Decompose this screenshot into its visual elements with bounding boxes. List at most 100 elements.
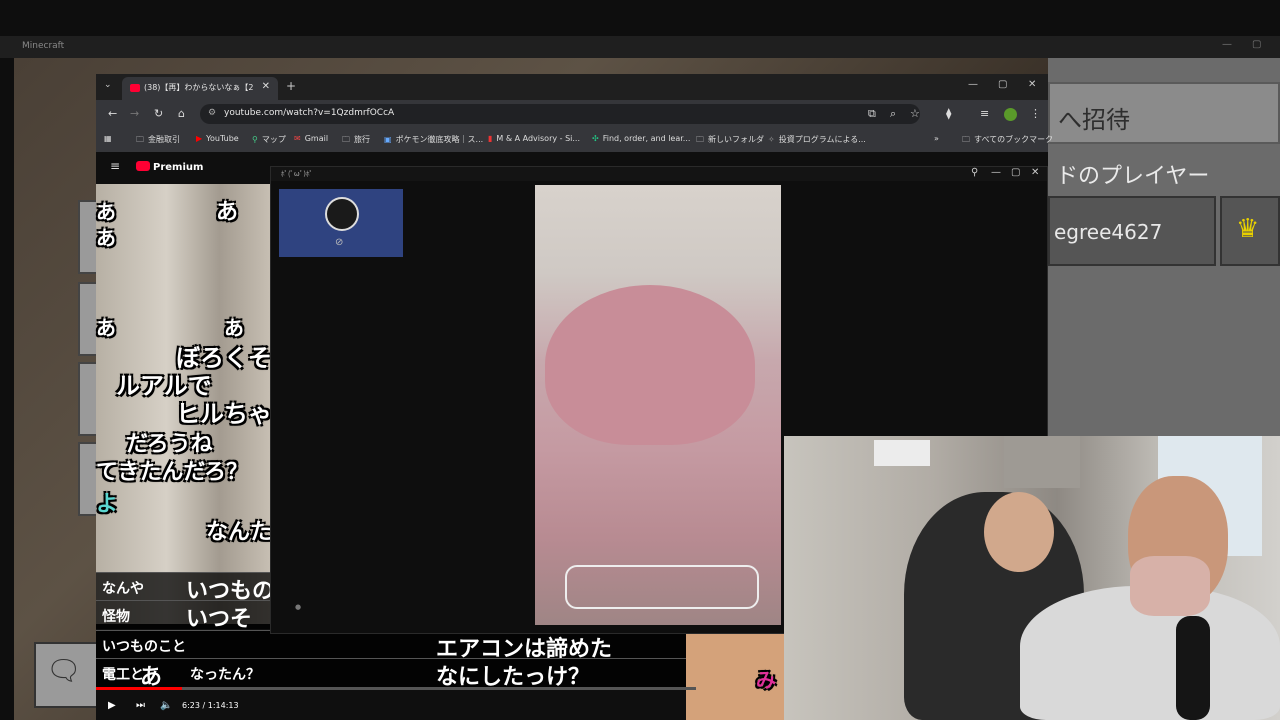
star-icon[interactable]: ☆ xyxy=(910,107,920,120)
chat-extra: なったん？ xyxy=(190,667,260,683)
reload-icon[interactable]: ↻ xyxy=(154,107,163,120)
active-tab[interactable]: (38)【再】わからないなぁ【2025/8/ ✕ xyxy=(122,77,278,100)
bookmark-item[interactable]: ⚲ マップ xyxy=(252,134,286,145)
site-info-icon[interactable]: ⚙ xyxy=(208,108,216,118)
minimize-icon[interactable]: — xyxy=(968,79,978,90)
youtube-logo-icon xyxy=(136,161,150,171)
address-bar[interactable]: ⚙ youtube.com/watch?v=1QzdmrfOCcA xyxy=(200,104,920,124)
url-text: youtube.com/watch?v=1QzdmrfOCcA xyxy=(224,108,395,118)
close-icon[interactable]: ✕ xyxy=(1028,79,1036,90)
home-icon[interactable]: ⌂ xyxy=(178,107,185,120)
face-camera-video xyxy=(535,185,781,625)
bookmark-item[interactable]: ▣ ポケモン徹底攻略｜ス... xyxy=(384,134,483,145)
maximize-icon[interactable]: ▢ xyxy=(1252,39,1261,50)
chat-name: 怪物 xyxy=(102,609,130,625)
obs-title: ﾎﾟ(ﾟωﾟ)ﾎﾟ xyxy=(281,170,313,178)
apps-icon[interactable]: ▦ xyxy=(104,134,112,143)
camera-off-icon: ⊘ xyxy=(335,237,344,248)
media-icon[interactable]: ≡ xyxy=(980,107,989,120)
tab-title: (38)【再】わからないなぁ【2025/8/ xyxy=(144,83,254,92)
glasses-shape xyxy=(565,565,759,609)
overlay-comment: よ xyxy=(96,492,119,517)
overlay-comment: いつそ xyxy=(186,607,253,632)
player-name: egree4627 xyxy=(1054,220,1163,244)
player-entry[interactable]: egree4627 xyxy=(1048,196,1216,266)
volume-icon[interactable]: 🔈 xyxy=(160,700,172,711)
bookmark-item[interactable]: 🗀 新しいフォルダ xyxy=(696,134,764,148)
site-icon: ▣ xyxy=(384,135,392,144)
youtube-logo[interactable]: Premium xyxy=(136,161,203,173)
players-banner: ドのプレイヤー xyxy=(1048,150,1276,192)
all-bookmarks-label: すべてのブックマーク xyxy=(974,135,1054,144)
play-icon[interactable]: ▶ xyxy=(108,700,116,711)
hamburger-menu-icon[interactable]: ≡ xyxy=(110,159,120,173)
tab-strip: ⌄ (38)【再】わからないなぁ【2025/8/ ✕ + — ▢ ✕ xyxy=(96,74,1048,100)
vent xyxy=(1004,436,1080,488)
overlay-comment: あ xyxy=(216,200,239,225)
youtube-favicon-icon xyxy=(130,84,140,92)
bookmark-label: 金融取引 xyxy=(148,135,180,144)
air-conditioner xyxy=(874,440,930,466)
minimize-icon[interactable]: — xyxy=(1222,39,1232,50)
site-icon: ✧ xyxy=(768,135,775,144)
cast-icon[interactable]: ⧉ xyxy=(868,107,876,121)
forward-icon[interactable]: → xyxy=(130,107,139,120)
bookmark-item[interactable]: ✣ Find, order, and lear... xyxy=(592,134,690,143)
close-tab-icon[interactable]: ✕ xyxy=(262,81,270,92)
minecraft-window-title: Minecraft xyxy=(22,41,65,51)
back-icon[interactable]: ← xyxy=(108,107,117,120)
face-mask xyxy=(1130,556,1210,616)
folder-icon: 🗀 xyxy=(342,135,350,144)
gmail-icon: ✉ xyxy=(294,134,301,143)
progress-fill xyxy=(96,687,182,690)
close-icon[interactable]: ✕ xyxy=(1031,167,1039,178)
extensions-icon[interactable]: ⧫ xyxy=(946,107,951,120)
chat-row: 電工と なったん？ あ なにしたっけ？ xyxy=(96,658,696,690)
bookmark-label: 新しいフォルダ xyxy=(708,135,764,144)
youtube-logo-text: Premium xyxy=(153,162,204,173)
bookmark-label: M & A Advisory - Si... xyxy=(496,134,581,143)
time-display: 6:23 / 1:14:13 xyxy=(182,701,239,710)
minecraft-chat-button[interactable]: 🗨 xyxy=(34,642,98,708)
more-bookmarks-icon[interactable]: » xyxy=(934,134,939,143)
obs-source-thumbnail[interactable]: ⊘ xyxy=(279,189,403,257)
minimize-icon[interactable]: — xyxy=(991,167,1001,178)
profile-avatar[interactable] xyxy=(1004,108,1017,121)
maximize-icon[interactable]: ▢ xyxy=(1011,167,1020,178)
bookmark-item[interactable]: 🗀 旅行 xyxy=(342,134,370,148)
site-icon: ✣ xyxy=(592,134,599,143)
chat-name: なんや xyxy=(102,581,144,597)
chat-name: いつものこと xyxy=(102,639,186,655)
overlay-comment: ヒルちゃ xyxy=(176,400,272,428)
bookmark-item[interactable]: 🗀 金融取引 xyxy=(136,134,180,148)
zoom-icon[interactable]: ⌕ xyxy=(890,107,896,121)
new-tab-icon[interactable]: + xyxy=(286,79,296,93)
bookmark-item[interactable]: ▶ YouTube xyxy=(196,134,239,143)
bookmark-item[interactable]: ✧ 投資プログラムによる... xyxy=(768,134,866,145)
pin-icon[interactable]: ⚲ xyxy=(971,167,978,178)
face-woman xyxy=(984,492,1054,572)
tab-search-icon[interactable]: ⌄ xyxy=(104,80,112,90)
players-banner-text: ドのプレイヤー xyxy=(1056,164,1210,189)
hand-shape xyxy=(545,285,755,445)
minecraft-titlebar: Minecraft — ▢ xyxy=(0,36,1280,58)
crown-button[interactable]: ♛ xyxy=(1220,196,1280,266)
chat-bubble-icon: 🗨 xyxy=(46,654,82,687)
menu-icon[interactable]: ⋮ xyxy=(1030,107,1041,120)
microphone-icon xyxy=(1176,616,1210,720)
all-bookmarks[interactable]: 🗀 すべてのブックマーク xyxy=(962,134,1053,148)
bookmark-label: 旅行 xyxy=(354,135,370,144)
player-controls: ▶ ⏭ 🔈 6:23 / 1:14:13 xyxy=(96,692,696,720)
bookmark-item[interactable]: ✉ Gmail xyxy=(294,134,328,143)
next-icon[interactable]: ⏭ xyxy=(136,700,145,711)
overlay-comment: あ xyxy=(96,226,116,250)
bookmark-item[interactable]: ▮ M & A Advisory - Si... xyxy=(488,134,580,143)
line-icon: ● xyxy=(295,603,302,611)
overlay-comment: なんた xyxy=(206,520,273,545)
maximize-icon[interactable]: ▢ xyxy=(998,79,1007,90)
invite-banner-text: へ招待 xyxy=(1058,106,1130,134)
progress-bar[interactable] xyxy=(96,687,696,690)
overlay-comment: み xyxy=(756,668,776,692)
bookmark-label: YouTube xyxy=(206,134,239,143)
bookmark-label: Find, order, and lear... xyxy=(602,134,691,143)
